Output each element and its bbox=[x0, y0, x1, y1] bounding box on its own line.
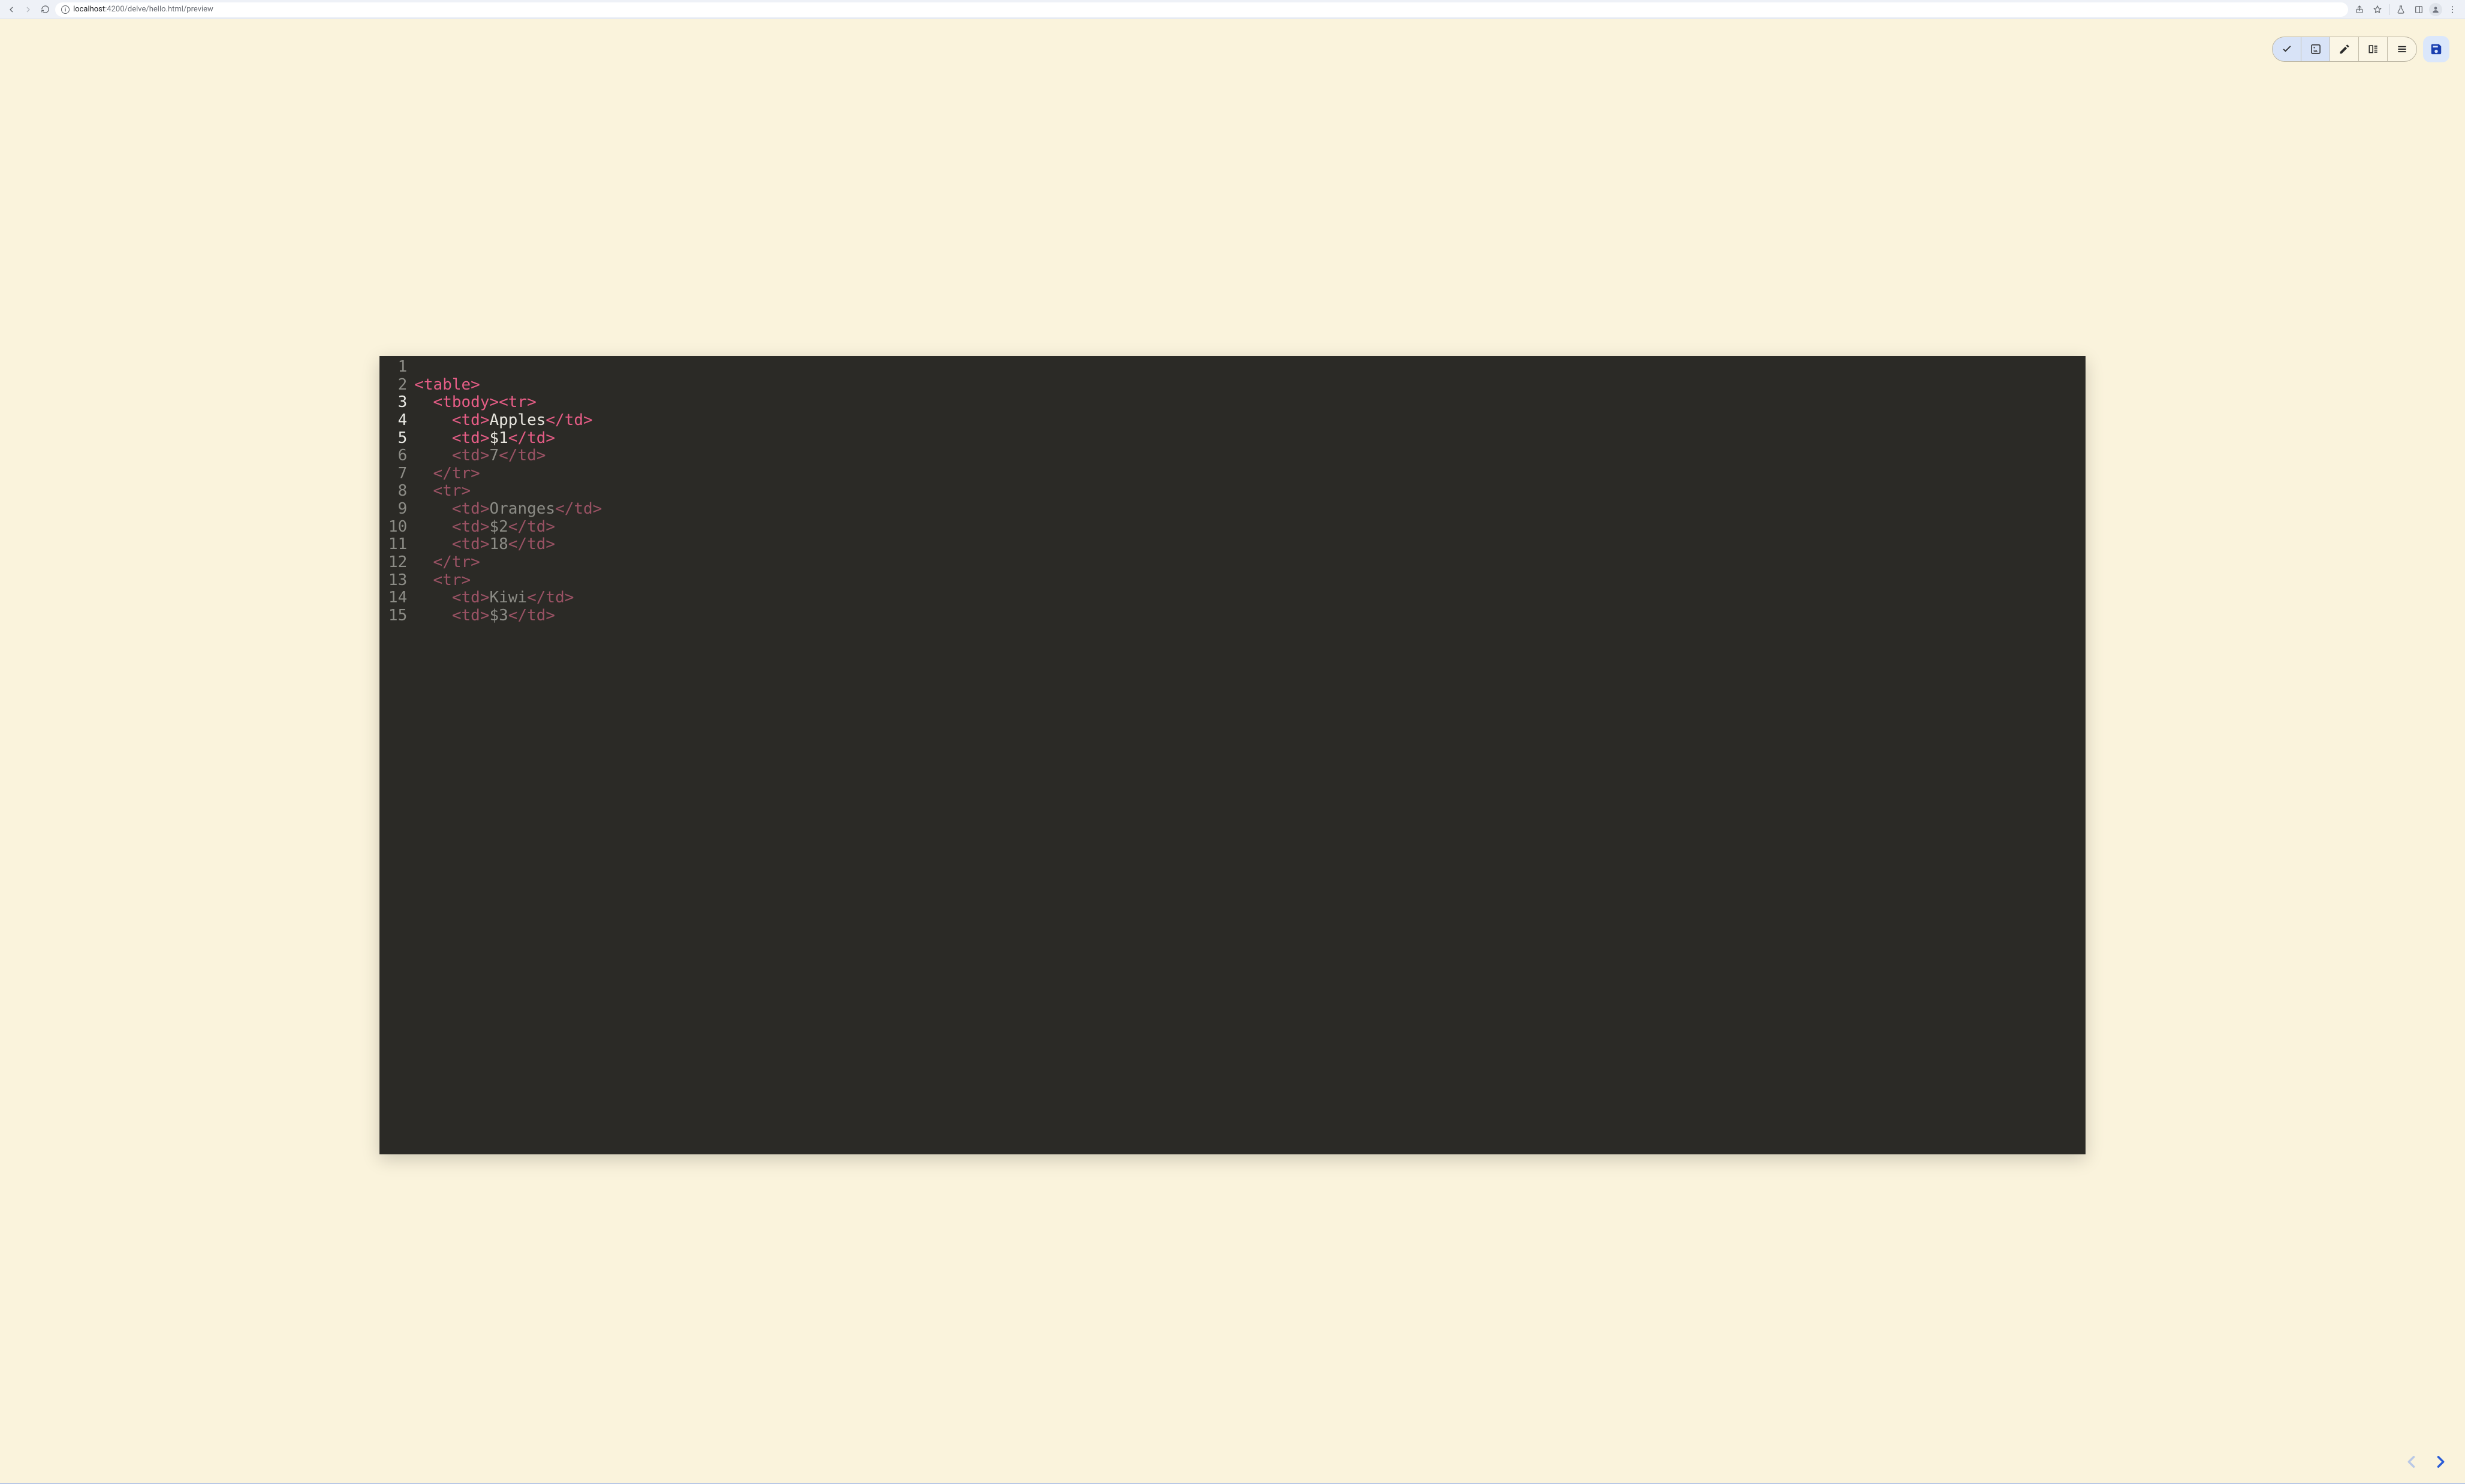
url-port: :4200 bbox=[105, 5, 124, 14]
share-icon[interactable] bbox=[2352, 2, 2367, 17]
line-content: <tbody><tr> bbox=[414, 394, 2086, 412]
line-content bbox=[414, 358, 2086, 376]
code-line: 8 <tr> bbox=[379, 482, 2086, 500]
line-content: <td>7</td> bbox=[414, 447, 2086, 465]
reload-button[interactable] bbox=[38, 3, 52, 16]
code-block: 12<table>3 <tbody><tr>4 <td>Apples</td>5… bbox=[379, 356, 2086, 1154]
line-number: 5 bbox=[379, 430, 414, 448]
view-mode-group bbox=[2272, 37, 2417, 62]
line-number: 13 bbox=[379, 572, 414, 590]
code-line: 13 <tr> bbox=[379, 572, 2086, 590]
line-content: <td>$3</td> bbox=[414, 607, 2086, 625]
line-number: 7 bbox=[379, 465, 414, 483]
code-line: 1 bbox=[379, 358, 2086, 376]
line-number: 6 bbox=[379, 447, 414, 465]
line-content: <tr> bbox=[414, 572, 2086, 590]
line-content: <table> bbox=[414, 376, 2086, 394]
bookmark-star-icon[interactable] bbox=[2370, 2, 2385, 17]
code-line: 9 <td>Oranges</td> bbox=[379, 500, 2086, 518]
line-number: 3 bbox=[379, 394, 414, 412]
next-page-button[interactable] bbox=[2429, 1450, 2452, 1473]
line-content: <td>Kiwi</td> bbox=[414, 589, 2086, 607]
line-content: <td>Apples</td> bbox=[414, 412, 2086, 430]
line-number: 4 bbox=[379, 412, 414, 430]
code-line: 5 <td>$1</td> bbox=[379, 430, 2086, 448]
browser-toolbar: i localhost:4200/delve/hello.html/previe… bbox=[0, 0, 2465, 19]
line-number: 1 bbox=[379, 358, 414, 376]
code-line: 7 </tr> bbox=[379, 465, 2086, 483]
line-content: </tr> bbox=[414, 554, 2086, 572]
pager bbox=[2400, 1450, 2452, 1473]
code-line: 10 <td>$2</td> bbox=[379, 518, 2086, 536]
line-content: <tr> bbox=[414, 482, 2086, 500]
forward-button[interactable] bbox=[22, 3, 35, 16]
kebab-menu-icon[interactable] bbox=[2445, 2, 2460, 17]
address-bar[interactable]: i localhost:4200/delve/hello.html/previe… bbox=[55, 2, 2348, 17]
url-path: /delve/hello.html/preview bbox=[125, 5, 213, 14]
code-line: 2<table> bbox=[379, 376, 2086, 394]
browser-actions bbox=[2352, 2, 2460, 17]
line-number: 11 bbox=[379, 536, 414, 554]
prev-page-button[interactable] bbox=[2400, 1450, 2423, 1473]
panel-icon[interactable] bbox=[2411, 2, 2427, 17]
line-content: <td>18</td> bbox=[414, 536, 2086, 554]
line-number: 2 bbox=[379, 376, 414, 394]
view-toolbar bbox=[2272, 36, 2449, 62]
code-line: 12 </tr> bbox=[379, 554, 2086, 572]
line-number: 10 bbox=[379, 518, 414, 536]
profile-avatar[interactable] bbox=[2429, 3, 2442, 16]
url-text: localhost:4200/delve/hello.html/preview bbox=[73, 5, 213, 14]
code-line: 14 <td>Kiwi</td> bbox=[379, 589, 2086, 607]
url-host: localhost bbox=[73, 5, 105, 14]
edit-mode-button[interactable] bbox=[2330, 37, 2359, 61]
line-number: 9 bbox=[379, 500, 414, 518]
extension-flask-icon[interactable] bbox=[2393, 2, 2409, 17]
code-line: 6 <td>7</td> bbox=[379, 447, 2086, 465]
line-content: <td>Oranges</td> bbox=[414, 500, 2086, 518]
list-view-button[interactable] bbox=[2388, 37, 2416, 61]
code-lines: 12<table>3 <tbody><tr>4 <td>Apples</td>5… bbox=[379, 356, 2086, 625]
code-line: 11 <td>18</td> bbox=[379, 536, 2086, 554]
site-info-icon[interactable]: i bbox=[61, 5, 70, 14]
line-content: </tr> bbox=[414, 465, 2086, 483]
preview-mode-button[interactable] bbox=[2273, 37, 2301, 61]
rendered-mode-button[interactable] bbox=[2301, 37, 2330, 61]
page-canvas: 12<table>3 <tbody><tr>4 <td>Apples</td>5… bbox=[0, 19, 2465, 1484]
back-button[interactable] bbox=[5, 3, 18, 16]
save-button[interactable] bbox=[2423, 36, 2449, 62]
split-view-button[interactable] bbox=[2359, 37, 2388, 61]
line-content: <td>$2</td> bbox=[414, 518, 2086, 536]
code-line: 15 <td>$3</td> bbox=[379, 607, 2086, 625]
line-number: 8 bbox=[379, 482, 414, 500]
line-content: <td>$1</td> bbox=[414, 430, 2086, 448]
line-number: 12 bbox=[379, 554, 414, 572]
code-line: 4 <td>Apples</td> bbox=[379, 412, 2086, 430]
line-number: 14 bbox=[379, 589, 414, 607]
code-line: 3 <tbody><tr> bbox=[379, 394, 2086, 412]
line-number: 15 bbox=[379, 607, 414, 625]
